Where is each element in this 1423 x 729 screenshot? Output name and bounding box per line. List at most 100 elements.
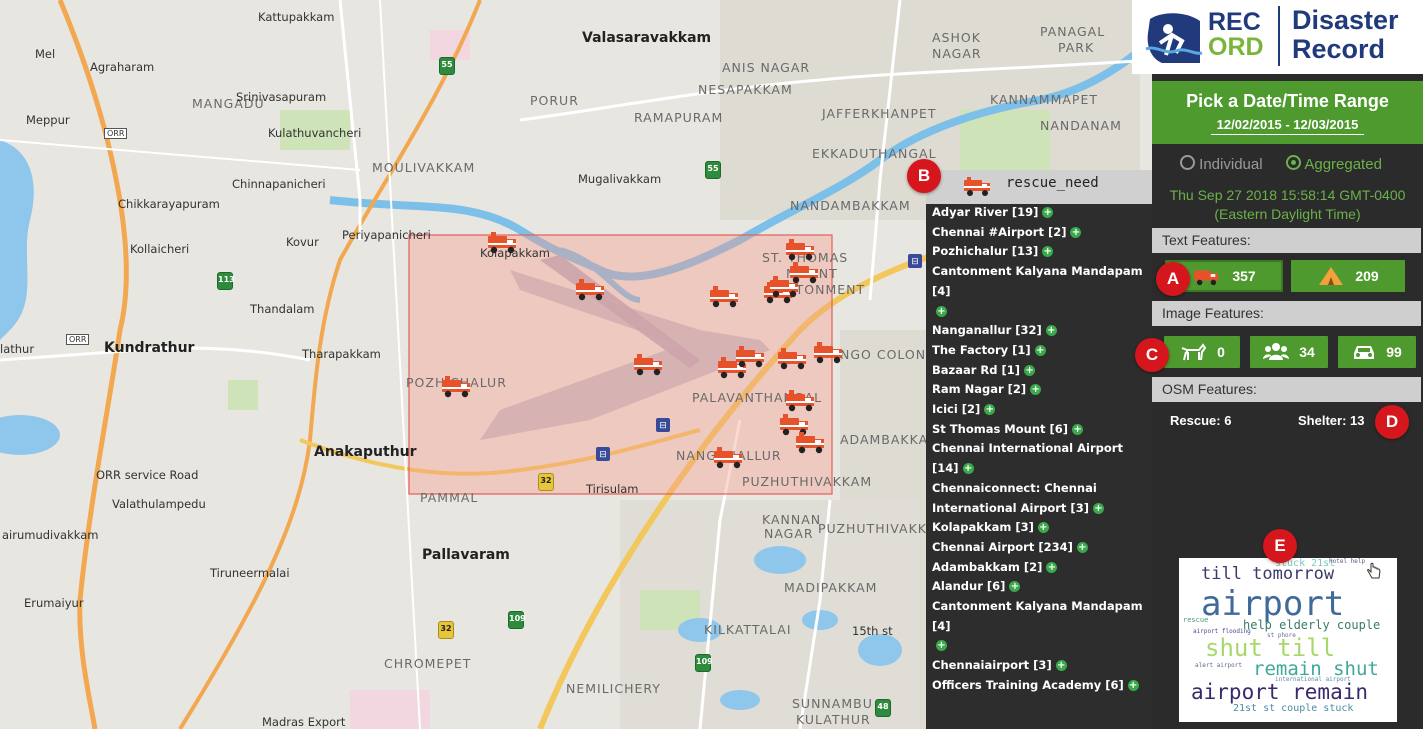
rescue-marker-icon[interactable] — [440, 372, 474, 398]
location-list: Adyar River [19] + Chennai #Airport [2] + Po… — [932, 203, 1152, 696]
orr-badge: ORR — [104, 128, 128, 139]
location-list-item[interactable]: Cantonment Kalyana Mandapam [4] — [932, 262, 1152, 301]
add-icon[interactable]: + — [1042, 207, 1054, 218]
highway-shield: 109 — [695, 654, 713, 672]
vehicle-image-button[interactable]: 99 — [1338, 336, 1416, 368]
shelter-text-button[interactable]: 209 — [1291, 260, 1405, 292]
add-icon[interactable]: + — [1076, 541, 1088, 553]
place-label: Agraharam — [90, 60, 155, 74]
place-label: Tharapakkam — [302, 347, 381, 361]
rail-station-icon: ⊟ — [656, 418, 670, 432]
place-label: Tirisulam — [586, 482, 639, 496]
cloud-word: airport flooding — [1193, 628, 1251, 635]
date-range-title: Pick a Date/Time Range — [1186, 91, 1389, 111]
location-list-item[interactable]: + — [932, 636, 1152, 656]
place-label: KILKATTALAI — [704, 622, 792, 637]
location-list-item[interactable]: The Factory [1] + — [932, 341, 1152, 361]
add-icon[interactable]: + — [1037, 522, 1049, 534]
people-image-button[interactable]: 34 — [1250, 336, 1328, 368]
place-label: PANAGAL — [1040, 24, 1106, 39]
location-list-item[interactable]: Chennai #Airport [2] + — [932, 223, 1152, 243]
add-icon[interactable]: + — [962, 463, 974, 475]
place-label: Periyapanicheri — [342, 228, 431, 242]
location-list-item[interactable]: Officers Training Academy [6] + — [932, 676, 1152, 696]
rescue-marker-icon[interactable] — [784, 386, 818, 412]
location-list-item[interactable]: Chennaiairport [3] + — [932, 656, 1152, 676]
rescue-marker-icon[interactable] — [794, 428, 828, 454]
popup-header: rescue_need — [926, 170, 1152, 204]
place-label: Kulathuvancheri — [268, 126, 362, 140]
location-list-item[interactable]: Adyar River [19] + — [932, 203, 1152, 223]
location-list-item[interactable]: St Thomas Mount [6] + — [932, 420, 1152, 440]
place-label: Thandalam — [250, 302, 315, 316]
cloud-word: help elderly couple — [1243, 618, 1381, 632]
rescue-marker-icon[interactable] — [712, 443, 746, 469]
highway-shield: 32 — [438, 621, 454, 639]
location-list-item[interactable]: Cantonment Kalyana Mandapam [4] — [932, 597, 1152, 636]
radio-aggregated[interactable]: Aggregated — [1286, 155, 1382, 173]
timestamp: Thu Sep 27 2018 15:58:14 GMT-0400 (Easte… — [1169, 187, 1406, 222]
rescue-marker-icon[interactable] — [574, 275, 608, 301]
place-label: Madras Export — [262, 715, 346, 729]
add-icon[interactable]: + — [1030, 384, 1042, 396]
location-list-item[interactable]: Chennai International Airport [14] + — [932, 439, 1152, 478]
place-label: Kovur — [286, 235, 319, 249]
rescue-marker-icon[interactable] — [486, 228, 520, 254]
rescue-marker-icon[interactable] — [632, 350, 666, 376]
location-list-item[interactable]: Pozhichalur [13] + — [932, 242, 1152, 262]
location-list-item[interactable]: Alandur [6] + — [932, 577, 1152, 597]
location-list-item[interactable]: Chennaiconnect: Chennai — [932, 479, 1152, 499]
word-cloud[interactable]: till tomorrow airport help elderly couple s… — [1179, 558, 1397, 722]
add-icon[interactable]: + — [1034, 344, 1046, 356]
add-icon[interactable]: + — [1070, 226, 1082, 238]
add-icon[interactable]: + — [1046, 561, 1058, 573]
rescue-marker-icon[interactable] — [734, 342, 768, 368]
add-icon[interactable]: + — [1009, 581, 1021, 593]
location-list-item[interactable]: Adambakkam [2] + — [932, 558, 1152, 578]
add-icon[interactable]: + — [936, 640, 947, 652]
date-range-value[interactable]: 12/02/2015 - 12/03/2015 — [1210, 117, 1365, 135]
rescue-marker-icon[interactable] — [776, 344, 810, 370]
place-label: NAGAR — [764, 526, 814, 541]
location-list-item[interactable]: Kolapakkam [3] + — [932, 518, 1152, 538]
highway-shield: 55 — [705, 161, 721, 179]
tent-icon — [1319, 267, 1344, 285]
add-icon[interactable]: + — [1127, 679, 1139, 691]
add-icon[interactable]: + — [936, 305, 947, 317]
rescue-marker-icon[interactable] — [708, 282, 742, 308]
location-list-item[interactable]: International Airport [3] + — [932, 499, 1152, 519]
add-icon[interactable]: + — [1042, 246, 1054, 258]
app-logo: REC ORD Disaster Record — [1132, 0, 1423, 74]
rescue-marker-icon[interactable] — [812, 338, 846, 364]
cloud-word: airport remain — [1191, 680, 1369, 704]
place-label: PORUR — [530, 93, 579, 108]
cloud-word: alert airport — [1195, 662, 1242, 669]
add-icon[interactable]: + — [1045, 325, 1057, 337]
cloud-word: rescue — [1183, 616, 1209, 624]
radio-individual[interactable]: Individual — [1180, 155, 1263, 173]
cloud-word: international airport — [1275, 676, 1351, 683]
highway-shield: 48 — [875, 699, 891, 717]
animal-image-button[interactable]: 0 — [1164, 336, 1240, 368]
place-label: airumudivakkam — [2, 528, 99, 542]
place-label: Anakaputhur — [314, 444, 417, 460]
rescue-marker-icon[interactable] — [768, 272, 802, 298]
add-icon[interactable]: + — [1024, 364, 1036, 376]
location-list-item[interactable]: Icici [2] + — [932, 400, 1152, 420]
highway-shield: 109 — [508, 611, 526, 629]
place-label: Tiruneermalai — [210, 566, 290, 580]
location-list-item[interactable]: Ram Nagar [2] + — [932, 380, 1152, 400]
highway-shield: 113 — [217, 272, 235, 290]
location-list-item[interactable]: Bazaar Rd [1] + — [932, 361, 1152, 381]
place-label: RAMAPURAM — [634, 110, 724, 125]
date-range-picker[interactable]: Pick a Date/Time Range 12/02/2015 - 12/0… — [1152, 81, 1423, 144]
rescue-truck-icon — [1194, 270, 1219, 286]
location-list-item[interactable]: + — [932, 302, 1152, 322]
location-list-item[interactable]: Nanganallur [32] + — [932, 321, 1152, 341]
add-icon[interactable]: + — [1092, 502, 1104, 514]
add-icon[interactable]: + — [1055, 660, 1067, 672]
add-icon[interactable]: + — [1072, 423, 1084, 435]
location-list-item[interactable]: Chennai Airport [234] + — [932, 538, 1152, 558]
add-icon[interactable]: + — [984, 404, 996, 416]
place-label: ORR service Road — [96, 468, 199, 482]
